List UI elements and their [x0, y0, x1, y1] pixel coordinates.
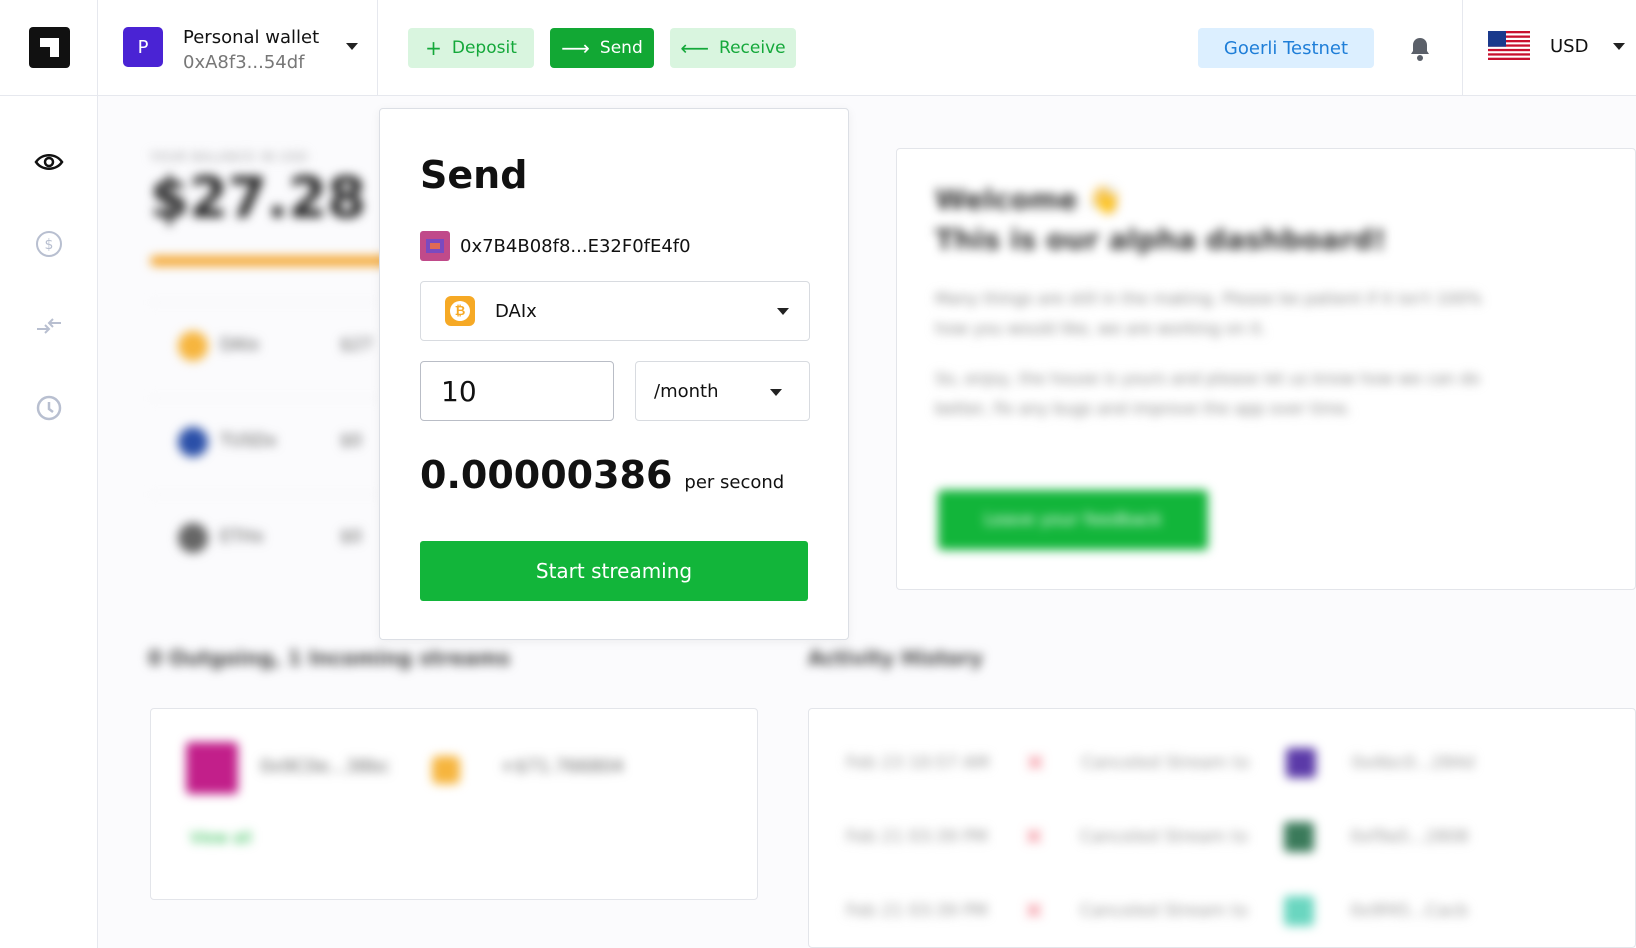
activity-row[interactable]: Feb 21 03:39 PM ✕ Canceled Stream to 0x9…: [846, 896, 1468, 926]
recipient-avatar: [420, 231, 450, 261]
token-amount: $27: [340, 335, 373, 355]
token-amount: $0: [340, 431, 362, 451]
activity-avatar: [1285, 748, 1316, 778]
amount-input[interactable]: [420, 361, 614, 421]
balance-value: $27.28: [150, 166, 367, 231]
period-label: /month: [654, 381, 719, 402]
streams-title: 0 Outgoing, 1 Incoming streams: [148, 646, 511, 670]
wallet-selector[interactable]: P Personal wallet 0xA8f3...54df: [98, 0, 378, 96]
welcome-title: Welcome 👋 This is our alpha dashboard!: [935, 180, 1386, 260]
arrow-right-icon: ⟶: [561, 36, 590, 60]
period-select[interactable]: /month: [635, 361, 810, 421]
token-label: DAIx: [495, 301, 537, 322]
dai-token-icon: [432, 756, 460, 784]
chevron-down-icon: [777, 308, 789, 315]
token-name: TUSDx: [220, 431, 277, 451]
send-panel: Send 0x7B4B08f8...E32F0fE4f0 ₿ DAIx /mon…: [379, 108, 849, 640]
token-amount: $0: [340, 527, 362, 547]
plus-icon: +: [425, 36, 442, 60]
chevron-down-icon: [770, 389, 782, 396]
deposit-button[interactable]: + Deposit: [408, 28, 534, 68]
activity-address: 0x9f45...Cacb: [1350, 901, 1469, 921]
start-streaming-button[interactable]: Start streaming: [420, 541, 808, 601]
wallet-address: 0xA8f3...54df: [183, 52, 305, 73]
cancel-icon: ✕: [1025, 749, 1046, 777]
arrow-left-icon: ⟵: [680, 36, 710, 60]
token-row[interactable]: TUSDx $0: [150, 398, 380, 482]
welcome-title-line2: This is our alpha dashboard!: [935, 223, 1387, 256]
wallet-name: Personal wallet: [183, 27, 320, 48]
flow-rate: 0.00000386 per second: [420, 453, 784, 497]
recipient-field[interactable]: 0x7B4B08f8...E32F0fE4f0: [420, 229, 810, 263]
feedback-button[interactable]: Leave your feedback: [938, 490, 1208, 550]
send-title: Send: [420, 153, 528, 197]
activity-avatar: [1284, 822, 1315, 852]
activity-address: 0xAbc0...284d: [1351, 753, 1475, 773]
cancel-icon: ✕: [1023, 897, 1044, 925]
activity-time: Feb 23 10:57 AM: [846, 753, 990, 773]
chevron-down-icon: [346, 43, 358, 50]
side-nav: $: [0, 96, 98, 948]
token-name: ETHx: [220, 527, 264, 547]
activity-time: Feb 21 03:39 PM: [846, 827, 988, 847]
activity-time: Feb 21 03:39 PM: [846, 901, 988, 921]
activity-text: Canceled Stream to: [1081, 753, 1250, 773]
view-all-link[interactable]: View all: [190, 828, 252, 847]
app-logo[interactable]: [29, 27, 70, 68]
logo-area: [0, 0, 98, 96]
send-label: Send: [599, 38, 643, 58]
recipient-address: 0x7B4B08f8...E32F0fE4f0: [460, 235, 691, 257]
eth-token-icon: [178, 523, 208, 553]
flow-rate-unit: per second: [684, 472, 785, 493]
network-badge[interactable]: Goerli Testnet: [1198, 28, 1374, 68]
history-icon[interactable]: [33, 392, 65, 424]
balance-label: YOUR BALANCE IN USD: [150, 150, 309, 164]
arrows-icon[interactable]: [33, 310, 65, 342]
activity-row[interactable]: Feb 23 10:57 AM ✕ Canceled Stream to 0xA…: [846, 748, 1475, 778]
bell-icon[interactable]: [1408, 36, 1432, 62]
stream-address: 0x9C0e...38bc: [260, 756, 391, 777]
currency-selector[interactable]: USD: [1462, 0, 1636, 96]
welcome-paragraph: So, enjoy, the house is yours and please…: [935, 369, 1481, 418]
dai-token-icon: [178, 331, 208, 361]
tusd-token-icon: [178, 427, 208, 457]
us-flag-icon: [1488, 31, 1530, 60]
dollar-icon[interactable]: $: [33, 228, 65, 260]
stream-avatar: [186, 742, 238, 794]
flow-rate-value: 0.00000386: [420, 453, 673, 497]
token-name: DAIx: [220, 335, 260, 355]
activity-address: 0xf9a5...2808: [1350, 827, 1469, 847]
svg-text:$: $: [45, 237, 54, 253]
dai-token-icon: ₿: [445, 296, 475, 326]
activity-row[interactable]: Feb 21 03:39 PM ✕ Canceled Stream to 0xf…: [846, 822, 1469, 852]
activity-avatar: [1284, 896, 1315, 926]
token-select[interactable]: ₿ DAIx: [420, 281, 810, 341]
top-bar: P Personal wallet 0xA8f3...54df + Deposi…: [0, 0, 1636, 96]
welcome-text: Many things are still in the making. Ple…: [935, 284, 1515, 424]
welcome-paragraph: Many things are still in the making. Ple…: [935, 289, 1482, 338]
deposit-label: Deposit: [451, 38, 517, 58]
token-row[interactable]: DAIx $27: [150, 302, 380, 386]
eye-icon[interactable]: [33, 146, 65, 178]
stream-amount: +$71.766804: [500, 756, 624, 777]
token-row[interactable]: ETHx $0: [150, 494, 380, 578]
streams-card: [150, 708, 758, 900]
welcome-title-line1: Welcome 👋: [935, 183, 1123, 216]
activity-text: Canceled Stream to: [1079, 901, 1249, 921]
receive-button[interactable]: ⟵ Receive: [670, 28, 796, 68]
chevron-down-icon: [1613, 43, 1625, 50]
wallet-avatar: P: [123, 27, 163, 67]
currency-label: USD: [1550, 36, 1589, 57]
send-button[interactable]: ⟶ Send: [550, 28, 654, 68]
balance-bar: [150, 256, 390, 266]
cancel-icon: ✕: [1023, 823, 1044, 851]
activity-title: Activity History: [808, 646, 983, 670]
receive-label: Receive: [719, 38, 786, 58]
activity-text: Canceled Stream to: [1079, 827, 1249, 847]
